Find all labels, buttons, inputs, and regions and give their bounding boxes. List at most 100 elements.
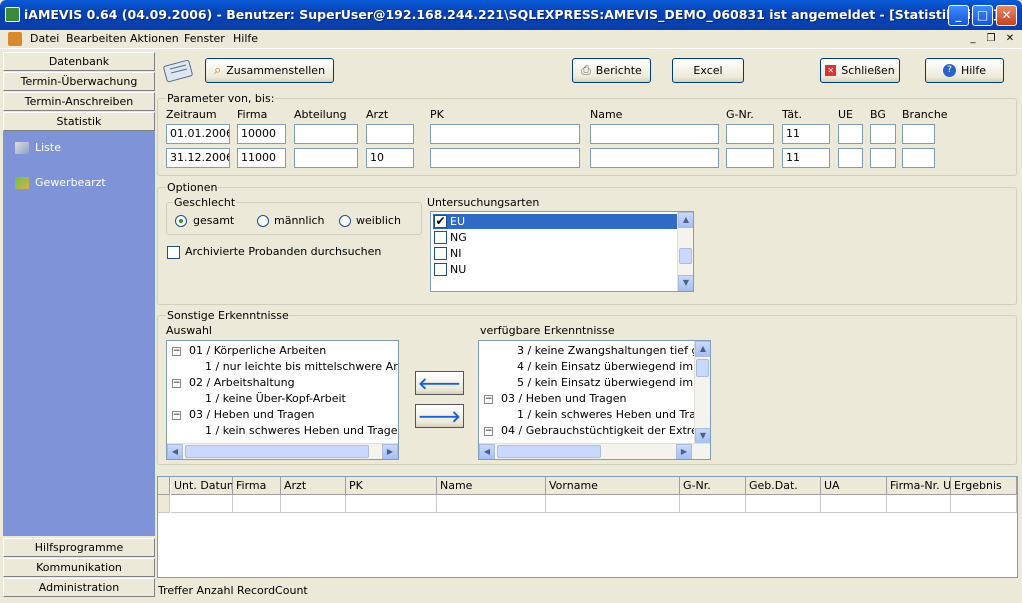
menu-bearbeiten[interactable]: Bearbeiten bbox=[66, 32, 126, 45]
param-g-nr-von-input[interactable] bbox=[726, 124, 774, 144]
radio-maennlich[interactable] bbox=[257, 215, 269, 227]
nav-kommunikation[interactable]: Kommunikation bbox=[3, 558, 155, 577]
nav-administration[interactable]: Administration bbox=[3, 578, 155, 597]
untersuchungsarten-list[interactable]: ✔ EU NG NI NU ▲ ▼ bbox=[430, 211, 694, 292]
grid-cell[interactable] bbox=[821, 495, 887, 513]
grid-column-header[interactable]: Firma bbox=[233, 477, 281, 495]
menu-hilfe[interactable]: Hilfe bbox=[233, 32, 258, 45]
param-pk-bis-input[interactable] bbox=[430, 148, 580, 168]
scroll-down-icon[interactable]: ▼ bbox=[695, 428, 710, 444]
param-abteilung-von-input[interactable] bbox=[294, 124, 358, 144]
untersuchungsart-item[interactable]: ✔ EU bbox=[433, 214, 677, 229]
param-taet-bis-input[interactable]: 11 bbox=[782, 148, 830, 168]
add-erkenntnis-button[interactable]: 🡐 bbox=[415, 371, 464, 395]
grid-column-header[interactable]: Ergebnis bbox=[951, 477, 1017, 495]
grid-column-header[interactable]: PK bbox=[346, 477, 437, 495]
tree-node[interactable]: 04 / Gebrauchstüchtigkeit der Extremität bbox=[501, 424, 710, 437]
param-abteilung-bis-input[interactable] bbox=[294, 148, 358, 168]
tree-node[interactable]: 03 / Heben und Tragen bbox=[501, 392, 626, 405]
result-grid[interactable]: Unt. Datum Firma Arzt PK Name Vorname G-Nr. Geb… bbox=[157, 476, 1018, 578]
tree-collapse-icon[interactable]: − bbox=[484, 427, 493, 436]
param-taet-von-input[interactable]: 11 bbox=[782, 124, 830, 144]
tree-leaf[interactable]: 5 / kein Einsatz überwiegend im Geh bbox=[517, 376, 710, 389]
scroll-thumb[interactable] bbox=[696, 359, 709, 377]
scroll-thumb[interactable] bbox=[497, 445, 601, 458]
param-arzt-bis-input[interactable]: 10 bbox=[366, 148, 414, 168]
grid-cell[interactable] bbox=[887, 495, 951, 513]
untersuchungsart-item[interactable]: NU bbox=[433, 262, 677, 277]
tree-collapse-icon[interactable]: − bbox=[484, 395, 493, 404]
tree-node[interactable]: 01 / Körperliche Arbeiten bbox=[189, 344, 326, 357]
param-zeitraum-von-input[interactable]: 01.01.2006 bbox=[166, 124, 230, 144]
grid-cell[interactable] bbox=[746, 495, 821, 513]
grid-column-header[interactable]: Unt. Datum bbox=[171, 477, 233, 495]
menu-aktionen[interactable]: Aktionen bbox=[130, 32, 179, 45]
nav-link-liste[interactable]: Liste bbox=[15, 141, 61, 154]
nav-link-gewerbearzt[interactable]: Gewerbearzt bbox=[15, 176, 106, 189]
param-pk-von-input[interactable] bbox=[430, 124, 580, 144]
tree-leaf[interactable]: 1 / nur leichte bis mittelschwere Arbeit… bbox=[205, 360, 398, 373]
untersuchungsart-checkbox[interactable] bbox=[434, 247, 447, 260]
nav-termin-ueberwachung[interactable]: Termin-Überwachung bbox=[3, 72, 155, 91]
param-ue-von-input[interactable] bbox=[838, 124, 863, 144]
verfuegbar-vscrollbar[interactable]: ▲ ▼ bbox=[694, 341, 710, 444]
remove-erkenntnis-button[interactable]: 🡒 bbox=[415, 404, 464, 428]
param-arzt-von-input[interactable] bbox=[366, 124, 414, 144]
app-menu-icon[interactable] bbox=[8, 32, 22, 46]
verfuegbar-hscrollbar[interactable]: ◀ ▶ bbox=[479, 443, 710, 459]
param-name-von-input[interactable] bbox=[590, 124, 719, 144]
untersuchungsart-item[interactable]: NI bbox=[433, 246, 677, 261]
param-bg-von-input[interactable] bbox=[870, 124, 896, 144]
param-firma-bis-input[interactable]: 11000 bbox=[237, 148, 286, 168]
schliessen-button[interactable]: ✕ Schließen bbox=[820, 58, 900, 83]
nav-termin-anschreiben[interactable]: Termin-Anschreiben bbox=[3, 92, 155, 111]
scroll-right-icon[interactable]: ▶ bbox=[676, 444, 692, 459]
untersuchungsart-checkbox[interactable] bbox=[434, 231, 447, 244]
scroll-left-icon[interactable]: ◀ bbox=[167, 444, 183, 459]
param-ue-bis-input[interactable] bbox=[838, 148, 863, 168]
tree-collapse-icon[interactable]: − bbox=[172, 379, 181, 388]
param-branche-bis-input[interactable] bbox=[902, 148, 935, 168]
grid-cell[interactable] bbox=[951, 495, 1017, 513]
grid-cell[interactable] bbox=[346, 495, 437, 513]
grid-cell[interactable] bbox=[680, 495, 746, 513]
radio-gesamt[interactable] bbox=[175, 215, 187, 227]
maximize-button[interactable]: □ bbox=[972, 5, 993, 26]
grid-column-header[interactable]: Vorname bbox=[546, 477, 680, 495]
untersuchungsarten-scrollbar[interactable]: ▲ ▼ bbox=[677, 212, 693, 291]
nav-datenbank[interactable]: Datenbank bbox=[3, 52, 155, 71]
mdi-restore-icon[interactable]: ❐ bbox=[984, 32, 998, 46]
nav-statistik[interactable]: Statistik bbox=[3, 112, 155, 131]
param-zeitraum-bis-input[interactable]: 31.12.2006 bbox=[166, 148, 230, 168]
grid-cell[interactable] bbox=[281, 495, 346, 513]
minimize-button[interactable]: _ bbox=[948, 5, 969, 26]
param-name-bis-input[interactable] bbox=[590, 148, 719, 168]
tree-node[interactable]: 02 / Arbeitshaltung bbox=[189, 376, 295, 389]
grid-column-header[interactable]: Arzt bbox=[281, 477, 346, 495]
grid-cell[interactable] bbox=[437, 495, 546, 513]
radio-weiblich[interactable] bbox=[339, 215, 351, 227]
untersuchungsart-checkbox[interactable] bbox=[434, 263, 447, 276]
mdi-minimize-icon[interactable]: _ bbox=[966, 32, 980, 46]
tree-collapse-icon[interactable]: − bbox=[172, 411, 181, 420]
archiv-checkbox[interactable] bbox=[167, 246, 180, 259]
untersuchungsart-item[interactable]: NG bbox=[433, 230, 677, 245]
grid-column-header[interactable]: Geb.Dat. bbox=[746, 477, 821, 495]
zusammenstellen-button[interactable]: ⌕ Zusammenstellen bbox=[205, 58, 334, 83]
tree-leaf[interactable]: 1 / kein schweres Heben und Trage bbox=[517, 408, 710, 421]
tree-leaf[interactable]: 1 / kein schweres Heben und Tragen bbox=[205, 424, 398, 437]
mdi-close-icon[interactable]: ✕ bbox=[1003, 32, 1017, 46]
auswahl-tree[interactable]: 01 / Körperliche Arbeiten −1 / nur leicht… bbox=[166, 340, 399, 460]
grid-cell[interactable] bbox=[233, 495, 281, 513]
berichte-button[interactable]: ⎙ Berichte bbox=[572, 58, 651, 83]
grid-column-header[interactable]: Firma-Nr. U bbox=[887, 477, 951, 495]
grid-cell[interactable] bbox=[171, 495, 233, 513]
auswahl-hscrollbar[interactable]: ◀ ▶ bbox=[167, 443, 398, 459]
grid-column-header[interactable]: UA bbox=[821, 477, 887, 495]
scroll-right-icon[interactable]: ▶ bbox=[382, 444, 398, 459]
untersuchungsart-checkbox[interactable]: ✔ bbox=[434, 215, 447, 228]
tree-collapse-icon[interactable]: − bbox=[172, 347, 181, 356]
param-branche-von-input[interactable] bbox=[902, 124, 935, 144]
scroll-left-icon[interactable]: ◀ bbox=[479, 444, 495, 459]
scroll-up-icon[interactable]: ▲ bbox=[678, 212, 693, 228]
